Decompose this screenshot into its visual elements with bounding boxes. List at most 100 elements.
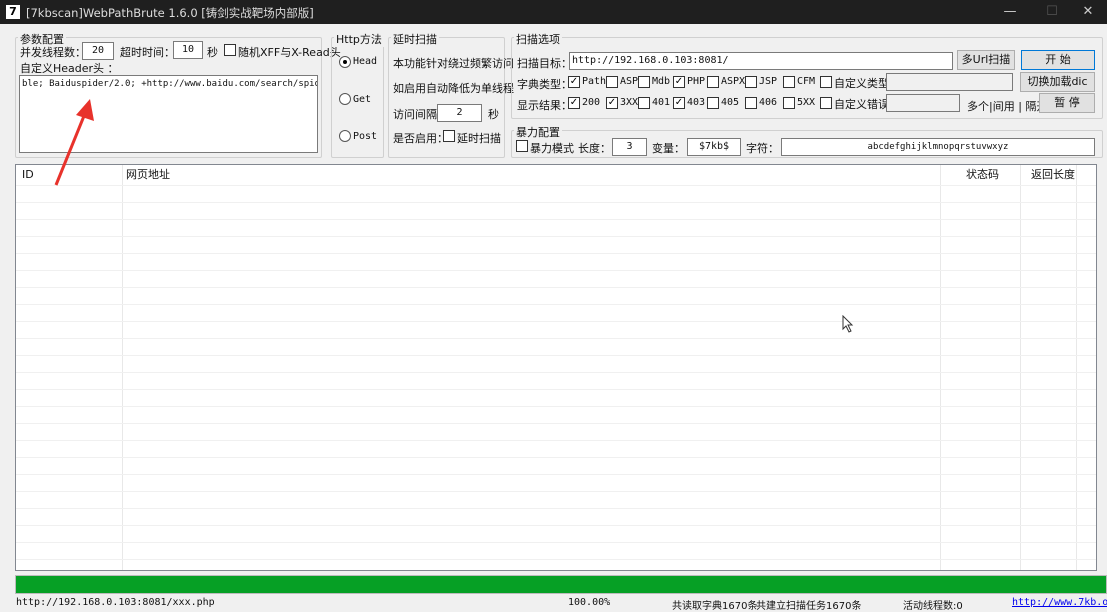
result-406-checkbox[interactable] [745,97,757,109]
dict-custom-label: 自定义类型 [834,77,889,90]
dict-label: 字典类型： [517,78,572,91]
row-line [16,542,1096,543]
dict-php-label: PHP [687,76,706,87]
column-separator [122,165,123,570]
delay-desc-1: 本功能针对绕过频繁访问 [393,57,514,70]
result-403-label: 403 [687,97,706,108]
switch-dic-button[interactable]: 切换加载dic [1020,72,1095,92]
column-separator [940,165,941,570]
target-label: 扫描目标： [517,57,572,70]
pause-button[interactable]: 暂 停 [1039,93,1095,113]
brute-var-label: 变量： [652,142,685,155]
brute-chars-input[interactable]: abcdefghijklmnopqrstuvwxyz [781,138,1095,156]
dict-path-checkbox[interactable]: ✓ [568,76,580,88]
start-button[interactable]: 开 始 [1021,50,1095,70]
dict-asp-label: ASP [620,76,639,87]
title-bar: 7 [7kbscan]WebPathBrute 1.6.0 [铸剑实战靶场内部版… [0,0,1107,24]
row-line [16,559,1096,560]
results-table[interactable]: ID 网页地址 状态码 返回长度 [15,164,1097,571]
column-separator [1020,165,1021,570]
brute-mode-checkbox[interactable] [516,140,528,152]
http-method-label: Http方法 [334,31,384,47]
row-line [16,372,1096,373]
dict-cfm-label: CFM [797,76,816,87]
result-403-checkbox[interactable]: ✓ [673,97,685,109]
custom-dict-input[interactable] [886,73,1013,91]
method-head-label: Head [353,56,378,67]
timeout-input[interactable]: 10 [173,41,203,59]
row-line [16,338,1096,339]
dict-jsp-checkbox[interactable] [745,76,757,88]
interval-unit: 秒 [488,108,499,121]
brute-var-input[interactable]: $7kb$ [687,138,741,156]
delay-enable-cb-label: 延时扫描 [457,132,501,145]
row-line [16,202,1096,203]
random-xff-label: 随机XFF与X-Read头 [238,46,341,59]
result-3xx-checkbox[interactable]: ✓ [606,97,618,109]
result-405-label: 405 [721,97,740,108]
row-line [16,321,1096,322]
window-title: [7kbscan]WebPathBrute 1.6.0 [铸剑实战靶场内部版] [26,6,314,20]
dict-aspx-checkbox[interactable] [707,76,719,88]
dict-custom-checkbox[interactable] [820,76,832,88]
header-label: 自定义Header头 ： [20,62,119,75]
custom-error-input[interactable] [886,94,960,112]
result-label: 显示结果： [517,99,572,112]
app-icon: 7 [6,5,20,19]
row-line [16,423,1096,424]
result-5xx-label: 5XX [797,97,816,108]
method-post-radio[interactable] [339,130,351,142]
annotation-arrow-icon [54,99,94,186]
result-200-checkbox[interactable]: ✓ [568,97,580,109]
threads-input[interactable]: 20 [82,42,114,60]
timeout-unit: 秒 [207,46,218,59]
status-percent: 100.00% [568,597,611,608]
row-line [16,457,1096,458]
method-get-label: Get [353,94,372,105]
multi-hint: 多个|间用 | 隔开 [967,100,1048,113]
close-icon[interactable]: ✕ [1071,0,1105,24]
dict-php-checkbox[interactable]: ✓ [673,76,685,88]
delay-enable-checkbox[interactable] [443,130,455,142]
interval-input[interactable]: 2 [437,104,482,122]
result-401-checkbox[interactable] [638,97,650,109]
dict-mdb-checkbox[interactable] [638,76,650,88]
dict-aspx-label: ASPX [721,76,746,87]
target-input[interactable]: http://192.168.0.103:8081/ [569,52,953,70]
dict-jsp-label: JSP [759,76,778,87]
row-line [16,440,1096,441]
row-line [16,304,1096,305]
column-header-url[interactable]: 网页地址 [126,165,170,185]
result-200-label: 200 [582,97,601,108]
dict-cfm-checkbox[interactable] [783,76,795,88]
delay-group-label: 延时扫描 [391,31,439,47]
brute-length-input[interactable]: 3 [612,138,647,156]
mouse-cursor-icon [842,315,854,333]
row-line [16,236,1096,237]
multi-url-button[interactable]: 多Url扫描 [957,50,1015,70]
brute-group-label: 暴力配置 [514,124,562,140]
scan-group-label: 扫描选项 [514,31,562,47]
status-link[interactable]: http://www.7kb.org [1012,597,1107,608]
result-406-label: 406 [759,97,778,108]
column-header-length[interactable]: 返回长度 [1031,165,1075,185]
column-header-status[interactable]: 状态码 [966,165,999,185]
dict-asp-checkbox[interactable] [606,76,618,88]
result-405-checkbox[interactable] [707,97,719,109]
result-5xx-checkbox[interactable] [783,97,795,109]
maximize-icon[interactable]: ☐ [1035,0,1069,24]
row-line [16,270,1096,271]
delay-desc-2: 如启用自动降低为单线程 [393,82,514,95]
row-line [16,406,1096,407]
result-custom-label: 自定义错误 [834,98,889,111]
timeout-label: 超时时间： [120,46,175,59]
minimize-icon[interactable]: — [993,0,1027,24]
method-head-radio[interactable] [339,56,351,68]
method-get-radio[interactable] [339,93,351,105]
column-header-id[interactable]: ID [22,165,34,185]
progress-bar [15,575,1107,594]
result-custom-checkbox[interactable] [820,97,832,109]
random-xff-checkbox[interactable] [224,44,236,56]
threads-label: 并发线程数： [20,46,86,59]
dict-path-label: Path [582,76,607,87]
